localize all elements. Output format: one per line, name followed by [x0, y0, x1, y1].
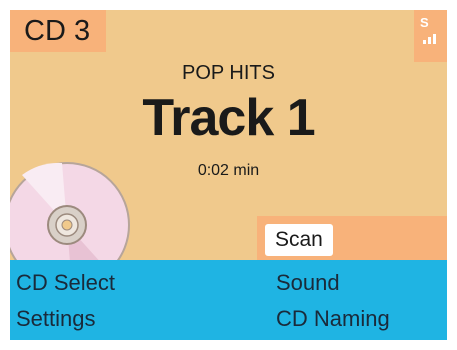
scan-button[interactable]: Scan [265, 224, 333, 256]
bottom-menu: CD Select Sound Settings CD Naming [10, 260, 447, 340]
cd-number-label: CD 3 [24, 15, 91, 47]
signal-bars-icon [423, 30, 443, 44]
scan-bar: Scan [257, 216, 447, 260]
menu-cd-select[interactable]: CD Select [16, 270, 115, 296]
signal-label: S [420, 15, 429, 30]
signal-indicator: S [414, 10, 447, 62]
menu-settings[interactable]: Settings [16, 306, 96, 332]
cd-player-screen: CD 3 S POP HITS Track 1 0:02 min Scan CD… [0, 0, 457, 350]
playlist-name: POP HITS [182, 62, 275, 84]
menu-cd-naming[interactable]: CD Naming [276, 306, 390, 332]
disc-icon [10, 162, 130, 260]
menu-sound[interactable]: Sound [276, 270, 340, 296]
cd-indicator: CD 3 [10, 10, 106, 52]
display-panel: CD 3 S POP HITS Track 1 0:02 min Scan [10, 10, 447, 260]
track-title: Track 1 [142, 89, 315, 147]
